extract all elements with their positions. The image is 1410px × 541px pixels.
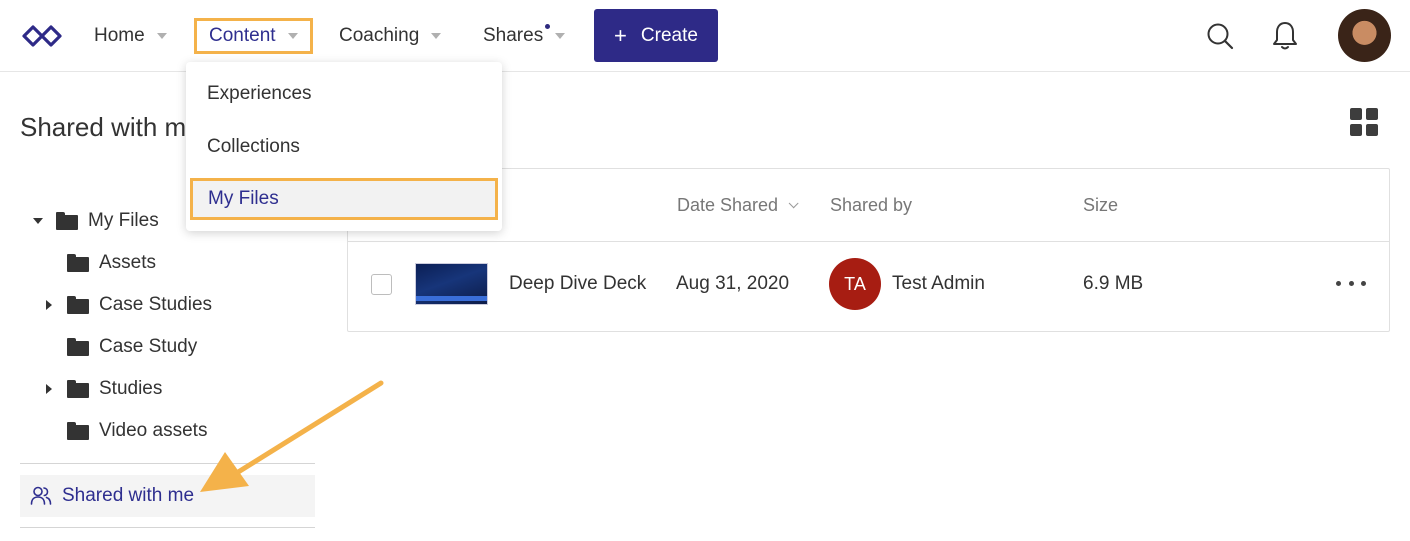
nav-content-label: Content [209, 25, 276, 46]
nav-home-label: Home [94, 25, 145, 46]
sharer-avatar: TA [829, 258, 881, 310]
bell-icon[interactable] [1271, 20, 1299, 52]
create-button[interactable]: + Create [594, 9, 718, 62]
nav-shares-label: Shares [483, 25, 544, 46]
nav-coaching[interactable]: Coaching [339, 22, 442, 50]
folder-icon [56, 212, 78, 230]
page-title: Shared with me [20, 112, 201, 142]
shared-by-name: Test Admin [892, 273, 985, 294]
row-checkbox[interactable] [371, 274, 392, 295]
nav-content[interactable]: Content [194, 18, 313, 54]
nav-shares[interactable]: Shares [483, 22, 566, 50]
chevron-down-icon [156, 33, 167, 39]
caret-right-icon[interactable] [46, 300, 52, 310]
file-name[interactable]: Deep Dive Deck [509, 273, 646, 295]
column-header-shared-by[interactable]: Shared by [830, 195, 912, 216]
file-thumbnail[interactable] [415, 263, 488, 305]
files-table: Date Shared Shared by Size Deep Dive Dec… [347, 168, 1390, 332]
folder-icon [67, 380, 89, 398]
tree-item-case-studies[interactable]: Case Studies [46, 293, 212, 317]
shared-users-icon [30, 486, 52, 505]
chevron-down-icon [287, 33, 298, 39]
sort-chevron-icon [788, 198, 799, 209]
tree-item-video-assets[interactable]: Video assets [67, 419, 207, 443]
folder-icon [67, 422, 89, 440]
file-size: 6.9 MB [1083, 273, 1144, 294]
header-label: Date Shared [677, 195, 779, 215]
nav-home[interactable]: Home [94, 22, 167, 50]
folder-icon [67, 338, 89, 356]
column-header-date-shared[interactable]: Date Shared [677, 195, 799, 216]
tree-item-label: My Files [88, 210, 159, 231]
nav-coaching-label: Coaching [339, 25, 420, 46]
tree-item-my-files[interactable]: My Files [33, 209, 159, 233]
header-label: Shared by [830, 195, 913, 215]
date-shared: Aug 31, 2020 [676, 273, 790, 294]
tree-item-label: Video assets [99, 420, 208, 441]
sidebar-divider [20, 527, 315, 528]
tree-item-label: Case Studies [99, 294, 213, 315]
caret-right-icon[interactable] [46, 384, 52, 394]
column-header-size[interactable]: Size [1083, 195, 1118, 216]
table-divider [348, 241, 1389, 242]
tree-item-case-study[interactable]: Case Study [67, 335, 197, 359]
tree-item-assets[interactable]: Assets [67, 251, 156, 275]
shared-with-me-label: Shared with me [62, 485, 195, 506]
chevron-down-icon [431, 33, 442, 39]
search-icon[interactable] [1206, 22, 1234, 50]
caret-down-icon[interactable] [33, 218, 43, 224]
annotation-arrow-icon [200, 380, 384, 492]
header-label: Size [1083, 195, 1119, 215]
tree-item-label: Assets [99, 252, 157, 273]
logo-infinity-icon[interactable] [20, 22, 64, 50]
menu-item-experiences[interactable]: Experiences [186, 74, 502, 114]
menu-item-collections[interactable]: Collections [186, 127, 502, 167]
folder-icon [67, 254, 89, 272]
more-icon[interactable] [1336, 281, 1366, 287]
notification-dot [545, 24, 550, 29]
plus-icon: + [614, 22, 627, 48]
grid-view-icon[interactable] [1350, 108, 1378, 136]
chevron-down-icon [555, 33, 566, 39]
folder-icon [67, 296, 89, 314]
tree-item-studies[interactable]: Studies [46, 377, 162, 401]
create-button-label: Create [640, 24, 698, 46]
menu-item-my-files[interactable]: My Files [190, 178, 498, 220]
content-dropdown-menu: Experiences Collections My Files [186, 62, 502, 231]
tree-item-label: Case Study [99, 336, 198, 357]
tree-item-label: Studies [99, 378, 163, 399]
user-avatar[interactable] [1338, 9, 1391, 62]
